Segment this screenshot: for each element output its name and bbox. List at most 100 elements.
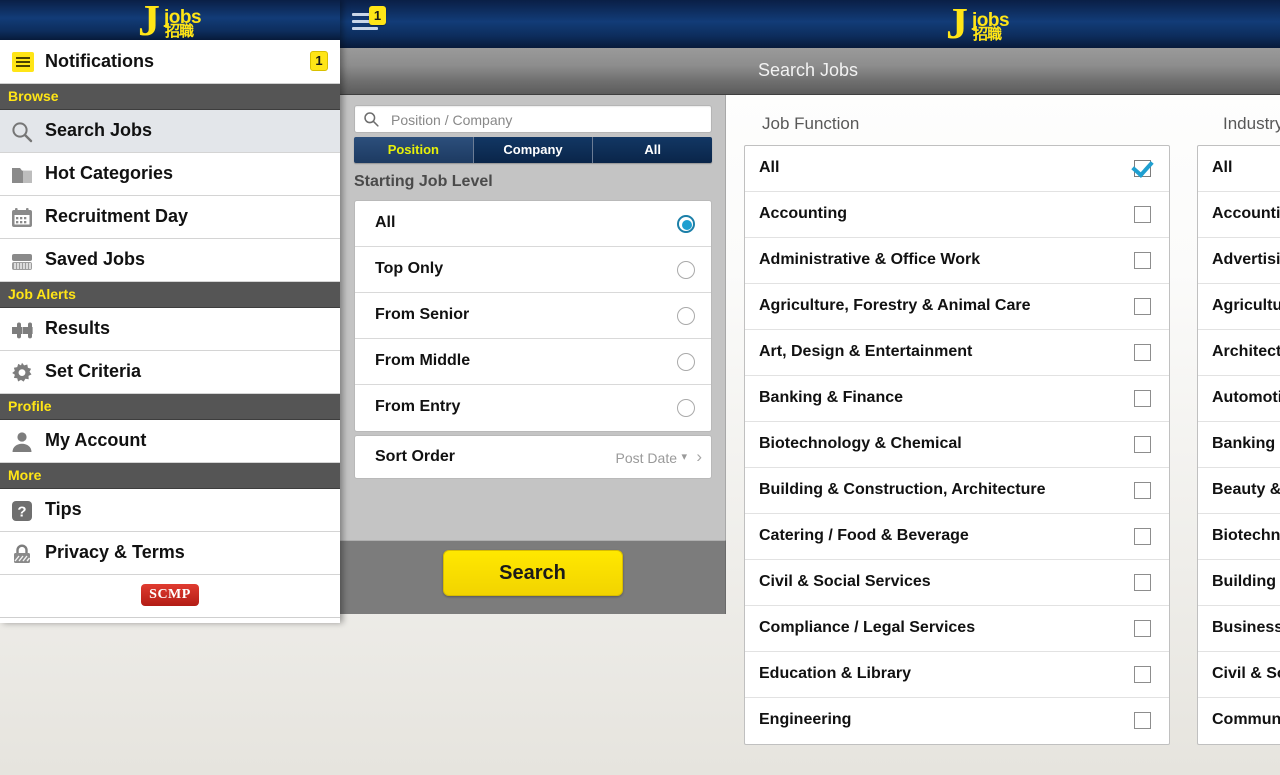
logo-letter: J [138, 0, 160, 45]
list-item[interactable]: Art, Design & Entertainment [745, 330, 1169, 376]
sidebar-item-recruitment-day[interactable]: Recruitment Day [0, 196, 340, 239]
checkbox-icon[interactable] [1134, 620, 1151, 637]
checkbox-icon[interactable] [1134, 666, 1151, 683]
checkbox-icon[interactable] [1134, 528, 1151, 545]
list-item[interactable]: Building & Construction [1198, 560, 1280, 606]
sidebar-item-saved-jobs[interactable]: Saved Jobs [0, 239, 340, 282]
job-level-option-from-middle[interactable]: From Middle [355, 339, 711, 385]
radio-icon[interactable] [677, 399, 695, 417]
list-item[interactable]: Catering / Food & Beverage [745, 514, 1169, 560]
sidebar-item-notifications[interactable]: Notifications 1 [0, 40, 340, 84]
checkbox-icon[interactable] [1134, 574, 1151, 591]
list-item[interactable]: Banking & Finance [1198, 422, 1280, 468]
industry-column: Industry All Accounting Advertising Agricul… [1194, 95, 1280, 775]
tab-position[interactable]: Position [354, 137, 474, 163]
list-item-label: Beauty & Fitness [1212, 481, 1280, 498]
list-item[interactable]: Accounting [745, 192, 1169, 238]
radio-icon[interactable] [677, 261, 695, 279]
checkbox-icon[interactable] [1134, 482, 1151, 499]
list-item[interactable]: Business Services [1198, 606, 1280, 652]
sidebar-item-label: Results [45, 318, 111, 338]
gear-icon [10, 361, 34, 385]
puzzle-icon [10, 318, 34, 342]
checkbox-icon[interactable] [1134, 252, 1151, 269]
radio-icon[interactable] [677, 353, 695, 371]
list-item[interactable]: Engineering [745, 698, 1169, 744]
list-item[interactable]: Agriculture, Forestry & Animal Care [745, 284, 1169, 330]
list-item-label: Business Services [1212, 619, 1280, 636]
checkbox-icon[interactable] [1134, 436, 1151, 453]
checkbox-icon[interactable] [1134, 344, 1151, 361]
list-item[interactable]: Agriculture [1198, 284, 1280, 330]
page-title: Search Jobs [757, 60, 859, 80]
list-item[interactable]: Accounting [1198, 192, 1280, 238]
list-item[interactable]: Communications [1198, 698, 1280, 744]
search-input[interactable]: Position / Company [354, 105, 712, 133]
search-jobs-content: Position / Company Position Company All … [336, 95, 1280, 775]
app-logo: J jobs 招職 [946, 0, 1016, 48]
list-item-label: Administrative & Office Work [759, 251, 981, 268]
list-item[interactable]: Civil & Social Services [1198, 652, 1280, 698]
list-item[interactable]: Compliance / Legal Services [745, 606, 1169, 652]
logo-chinese: 招職 [973, 25, 1002, 43]
list-item[interactable]: All [1198, 146, 1280, 192]
checkbox-icon[interactable] [1134, 298, 1151, 315]
briefcase-icon [10, 249, 34, 273]
chevron-right-icon: › [696, 447, 702, 466]
radio-icon[interactable] [677, 307, 695, 325]
search-button[interactable]: Search [442, 550, 623, 596]
list-item[interactable]: Building & Construction, Architecture [745, 468, 1169, 514]
list-item[interactable]: Architecture [1198, 330, 1280, 376]
sidebar-item-label: My Account [45, 430, 147, 450]
list-item-label: Civil & Social Services [1212, 665, 1280, 682]
scmp-logo[interactable]: SCMP [141, 584, 199, 606]
list-item[interactable]: Banking & Finance [745, 376, 1169, 422]
sort-order-row[interactable]: Sort Order Post Date ▾ › [354, 435, 712, 479]
menu-button[interactable]: 1 [352, 6, 392, 40]
sidebar-item-results[interactable]: Results [0, 308, 340, 351]
list-item-label: Art, Design & Entertainment [759, 343, 973, 360]
checkbox-checked-icon[interactable] [1134, 160, 1151, 177]
tab-company[interactable]: Company [473, 137, 594, 163]
sidebar-group-header-job-alerts: Job Alerts [0, 282, 340, 308]
lock-icon [10, 542, 34, 566]
sidebar-item-set-criteria[interactable]: Set Criteria [0, 351, 340, 394]
list-item[interactable]: Biotechnology & Chemical [745, 422, 1169, 468]
question-icon: ? [10, 499, 34, 523]
job-level-option-all[interactable]: All [355, 201, 711, 247]
job-level-option-top-only[interactable]: Top Only [355, 247, 711, 293]
checkbox-icon[interactable] [1134, 390, 1151, 407]
sidebar-item-my-account[interactable]: My Account [0, 420, 340, 463]
list-item-label: Banking & Finance [759, 389, 904, 406]
sidebar-footer: SCMP [0, 575, 340, 618]
list-item[interactable]: All [745, 146, 1169, 192]
svg-text:?: ? [17, 504, 26, 521]
logo-letter: J [946, 0, 968, 48]
radio-icon-selected[interactable] [677, 215, 695, 233]
search-scope-tabs: Position Company All [354, 137, 712, 163]
checkbox-icon[interactable] [1134, 206, 1151, 223]
sidebar-item-label: Hot Categories [45, 163, 174, 183]
list-item[interactable]: Advertising [1198, 238, 1280, 284]
job-level-option-from-entry[interactable]: From Entry [355, 385, 711, 431]
sidebar-item-label: Search Jobs [45, 120, 153, 140]
list-item[interactable]: Civil & Social Services [745, 560, 1169, 606]
sidebar-item-label: Recruitment Day [45, 206, 189, 226]
sort-order-label: Sort Order [375, 448, 456, 465]
calendar-icon [10, 206, 34, 230]
job-level-option-from-senior[interactable]: From Senior [355, 293, 711, 339]
sidebar-item-hot-categories[interactable]: Hot Categories [0, 153, 340, 196]
list-item[interactable]: Education & Library [745, 652, 1169, 698]
sidebar-item-label: Privacy & Terms [45, 542, 185, 562]
list-item[interactable]: Automotive [1198, 376, 1280, 422]
sidebar-group-header-more: More [0, 463, 340, 489]
checkbox-icon[interactable] [1134, 712, 1151, 729]
list-item[interactable]: Beauty & Fitness [1198, 468, 1280, 514]
sidebar-item-tips[interactable]: ? Tips [0, 489, 340, 532]
list-item[interactable]: Administrative & Office Work [745, 238, 1169, 284]
list-item[interactable]: Biotechnology [1198, 514, 1280, 560]
sidebar-item-privacy-terms[interactable]: Privacy & Terms [0, 532, 340, 575]
tab-all[interactable]: All [593, 137, 712, 163]
sidebar-item-search-jobs[interactable]: Search Jobs [0, 110, 340, 153]
person-icon [10, 430, 34, 454]
